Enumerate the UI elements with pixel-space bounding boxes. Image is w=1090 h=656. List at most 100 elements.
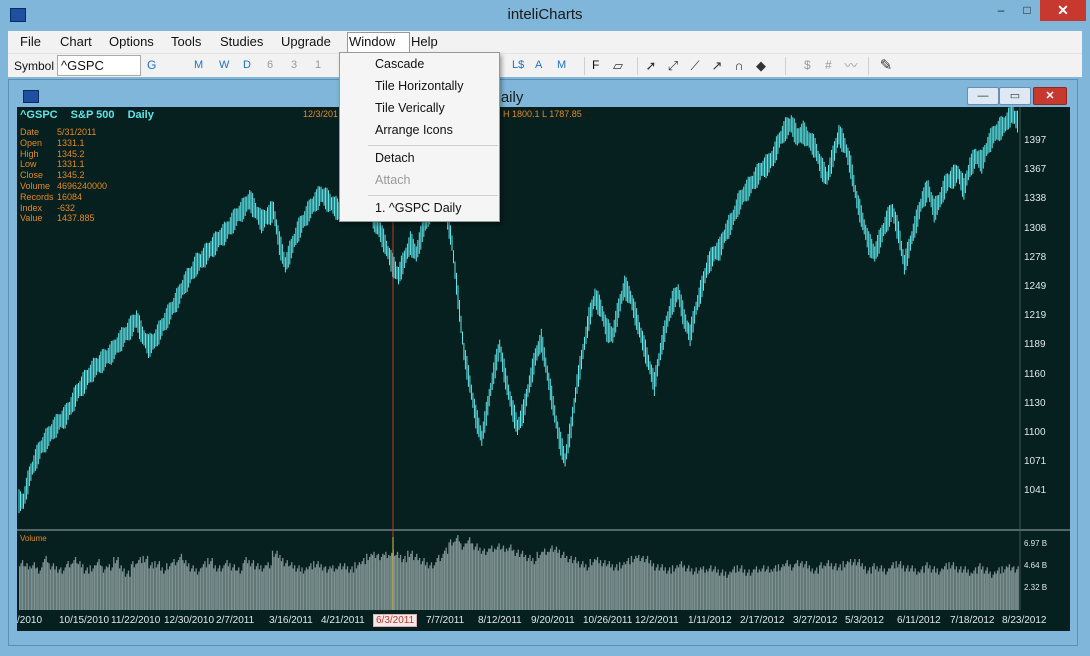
volume-bar <box>411 550 413 610</box>
period-weekly-button[interactable]: W <box>219 59 229 71</box>
volume-bar <box>905 568 908 610</box>
volume-bar <box>595 560 597 610</box>
volume-bar <box>532 558 534 610</box>
volume-bar <box>645 559 647 610</box>
menu-window[interactable]: Window <box>349 34 395 49</box>
volume-bar <box>560 558 562 610</box>
volume-bar <box>686 568 688 610</box>
interval-6-button[interactable]: 6 <box>267 59 273 71</box>
ray-line-icon[interactable]: ↗ <box>708 57 726 75</box>
interval-3-button[interactable]: 3 <box>291 59 297 71</box>
format-button[interactable]: F <box>592 58 599 72</box>
log-scale-button[interactable]: L$ <box>512 59 524 71</box>
volume-bar <box>492 551 494 610</box>
volume-bar <box>839 564 841 610</box>
minimize-button[interactable]: – <box>988 0 1014 21</box>
label-tool-icon[interactable]: ▱ <box>609 57 627 75</box>
interval-1-button[interactable]: 1 <box>315 59 321 71</box>
volume-bar <box>74 557 77 610</box>
volume-bar <box>804 564 806 610</box>
volume-bar <box>902 565 905 610</box>
volume-bar <box>102 572 105 610</box>
volume-bar <box>736 565 738 610</box>
maximize-button[interactable]: □ <box>1014 0 1040 21</box>
volume-bar <box>777 564 780 610</box>
volume-bar <box>420 564 422 610</box>
volume-bar <box>674 568 677 610</box>
period-daily-button[interactable]: D <box>243 59 251 71</box>
currency-button[interactable]: $ <box>804 58 811 72</box>
pointer-icon[interactable]: ➚ <box>642 57 660 75</box>
volume-bar <box>673 571 675 610</box>
menu-arrange-icons[interactable]: Arrange Icons <box>375 123 453 137</box>
line-tool-icon[interactable]: ⤢ <box>664 57 682 75</box>
number-button[interactable]: # <box>825 58 832 72</box>
trend-line-icon[interactable]: ⟋ <box>686 57 704 75</box>
eraser-icon[interactable]: ◆ <box>752 57 770 75</box>
chart-plot-area[interactable]: ^GSPC S&P 500 Daily 12/3/201 H 1800.1 L … <box>17 107 1070 631</box>
date-tick-label: 1/11/2012 <box>688 615 732 626</box>
manual-scale-button[interactable]: M <box>557 59 566 71</box>
volume-bar <box>604 560 606 610</box>
volume-bar <box>111 567 113 610</box>
magnet-icon[interactable]: ∩ <box>730 57 748 75</box>
chart-close-button[interactable]: ✕ <box>1033 87 1067 105</box>
volume-bar <box>186 566 188 610</box>
menu-cascade[interactable]: Cascade <box>375 57 424 71</box>
volume-bar <box>96 562 99 610</box>
volume-bar <box>1017 566 1019 610</box>
menu-detach[interactable]: Detach <box>375 151 415 165</box>
go-button[interactable]: G <box>147 58 156 72</box>
volume-bar <box>549 548 552 610</box>
date-tick-label: 4/21/2011 <box>321 615 365 626</box>
volume-bar <box>544 548 546 610</box>
volume-bar <box>799 563 802 610</box>
volume-bar <box>667 570 669 610</box>
volume-bar <box>99 565 102 610</box>
symbol-input[interactable]: ^GSPC <box>57 55 141 76</box>
menu-tile-horizontally[interactable]: Tile Horizontally <box>375 79 463 93</box>
menu-help[interactable]: Help <box>411 34 438 49</box>
volume-bar <box>282 558 284 610</box>
volume-bar <box>95 565 97 610</box>
volume-bar <box>644 562 646 610</box>
volume-bar <box>692 574 694 610</box>
wave-icon[interactable]: 〰 <box>842 57 860 75</box>
volume-bar <box>82 564 84 610</box>
menu-studies[interactable]: Studies <box>220 34 263 49</box>
volume-bar <box>421 561 424 610</box>
volume-bar <box>666 573 668 610</box>
volume-bar <box>663 570 665 610</box>
info-value: 1331.1 <box>57 137 85 148</box>
price-tick-label: 1219 <box>1024 310 1047 322</box>
period-monthly-button[interactable]: M <box>194 59 203 71</box>
volume-bar <box>410 553 412 610</box>
volume-bar <box>319 567 321 610</box>
volume-bar <box>852 562 855 610</box>
volume-bar <box>48 563 50 610</box>
volume-bar <box>83 573 85 610</box>
menu-tile-vertically[interactable]: Tile Verically <box>375 101 445 115</box>
volume-bar <box>394 555 396 610</box>
export-icon[interactable]: ✎ <box>877 57 895 75</box>
volume-bar <box>880 565 883 610</box>
menu-tools[interactable]: Tools <box>171 34 201 49</box>
symbol-label: Symbol <box>14 59 55 73</box>
volume-bar <box>219 565 221 610</box>
menu-options[interactable]: Options <box>109 34 154 49</box>
menu-file[interactable]: File <box>20 34 41 49</box>
menu-chart[interactable]: Chart <box>60 34 92 49</box>
volume-bar <box>638 554 640 610</box>
chart-minimize-button[interactable]: — <box>967 87 999 105</box>
volume-bar <box>376 554 378 610</box>
menu-upgrade[interactable]: Upgrade <box>281 34 331 49</box>
price-chart-svg[interactable] <box>17 107 1070 631</box>
volume-bar <box>994 571 996 610</box>
volume-bar <box>161 567 163 610</box>
close-button[interactable]: ✕ <box>1040 0 1086 21</box>
menu-window-gspc-daily[interactable]: 1. ^GSPC Daily <box>375 201 461 215</box>
volume-bar <box>273 557 275 610</box>
auto-scale-button[interactable]: A <box>535 59 542 71</box>
info-key: Close <box>20 170 44 181</box>
chart-restore-button[interactable]: ▭ <box>999 87 1031 105</box>
